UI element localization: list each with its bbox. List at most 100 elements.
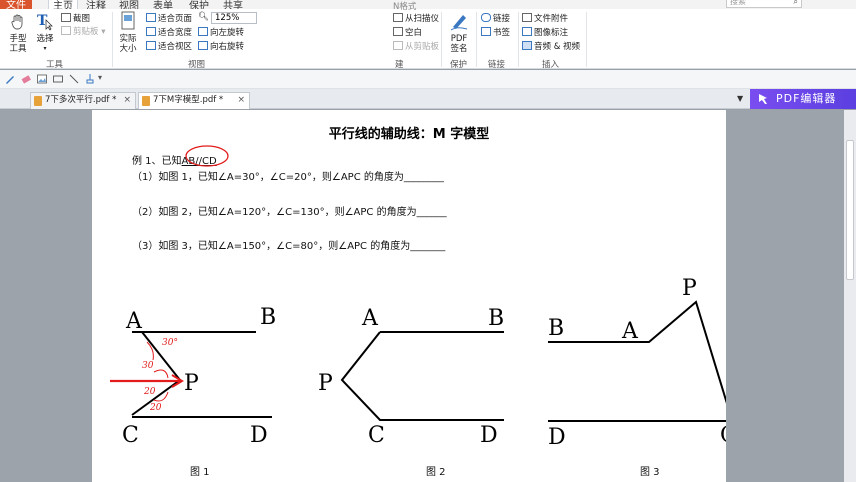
geometry-figures: A B P C D 30° 30 20 20 A B P C D B A P D — [110, 145, 726, 450]
actual-size-button[interactable]: 实际 大小 — [116, 11, 140, 54]
clipboard-icon — [393, 41, 403, 50]
vertical-scrollbar[interactable] — [844, 110, 856, 482]
fit-page-button[interactable]: 适合页面 — [146, 13, 192, 24]
pdf-reader-window: 文件 主页 注释 视图 表单 保护 共享 搜索 ⌕ 手型 工具 T 选择 ▾ 截… — [0, 0, 856, 482]
menu-bar: 文件 主页 注释 视图 表单 保护 共享 搜索 ⌕ — [0, 0, 856, 9]
link-icon — [481, 13, 491, 22]
fig1-point-C: C — [122, 423, 139, 448]
menu-tab-comment[interactable]: 注释 — [86, 0, 106, 9]
fig3-point-B: B — [548, 316, 564, 341]
scanner-icon — [393, 13, 403, 22]
image-icon[interactable] — [36, 73, 48, 85]
search-input[interactable]: 搜索 ⌕ — [726, 0, 802, 8]
tools-group-label: 工具 — [46, 60, 64, 70]
pencil-icon[interactable] — [4, 73, 16, 85]
pdf-sign-button[interactable]: PDF 签名 — [446, 11, 472, 54]
figure-3: B A P D C — [548, 276, 726, 450]
scrollbar-thumb[interactable] — [846, 140, 854, 280]
document-viewport[interactable]: 平行线的辅助线：M 字模型 例 1、已知AB//CD （1）如图 1，已知∠A=… — [0, 110, 856, 482]
pdf-page: 平行线的辅助线：M 字模型 例 1、已知AB//CD （1）如图 1，已知∠A=… — [92, 110, 726, 482]
fit-width-button[interactable]: 适合宽度 — [146, 27, 192, 38]
pdf-editor-logo-icon — [759, 94, 767, 104]
clipboard-icon — [61, 26, 71, 35]
clipboard-button[interactable]: 剪贴板 ▾ — [61, 26, 105, 37]
select-button[interactable]: T 选择 ▾ — [35, 11, 55, 54]
fig2-point-P: P — [318, 371, 333, 396]
create-group-label: 建 — [395, 60, 404, 70]
zoom-icon[interactable]: 🔍︎ — [198, 12, 209, 22]
bookmark-icon — [481, 27, 491, 36]
search-icon[interactable]: ⌕ — [794, 0, 798, 7]
hand-icon — [11, 14, 23, 30]
divider — [441, 12, 442, 67]
bookmark-button[interactable]: 书签 — [481, 27, 510, 38]
divider — [518, 12, 519, 67]
fig3-point-C: C — [720, 423, 726, 448]
video-icon — [522, 41, 532, 50]
fig2-point-A: A — [361, 306, 379, 331]
fig2-point-B: B — [488, 306, 504, 331]
figure-2-lines — [340, 331, 504, 421]
figure-1: A B P C D 30° 30 20 20 — [110, 305, 276, 448]
fig2-point-C: C — [368, 423, 385, 448]
rotate-right-button[interactable]: 向右旋转 — [198, 41, 244, 52]
fit-visible-icon — [146, 41, 156, 50]
divider — [112, 12, 113, 67]
menu-tab-protect[interactable]: 保护 — [189, 0, 209, 9]
fig1-point-A: A — [125, 309, 143, 334]
pdf-file-icon — [142, 96, 150, 106]
link-button[interactable]: 链接 — [481, 13, 510, 24]
figure-1-caption: 图 1 — [190, 467, 210, 478]
image-annotation-button[interactable]: 图像标注 — [522, 27, 568, 38]
rotate-right-icon — [198, 41, 208, 50]
chevron-down-icon[interactable]: ▾ — [98, 73, 110, 85]
page-icon — [121, 11, 135, 30]
menu-tab-share[interactable]: 共享 — [223, 0, 243, 9]
doc-tab-parallel[interactable]: 7下多次平行.pdf * × — [30, 92, 136, 109]
attachment-icon — [522, 13, 532, 22]
format-button[interactable]: N格式 — [393, 2, 416, 12]
from-clipboard-button[interactable]: 从剪贴板 — [393, 41, 439, 52]
pdf-file-icon — [34, 96, 42, 106]
file-attachment-button[interactable]: 文件附件 — [522, 13, 568, 24]
image-icon — [522, 27, 532, 36]
rotate-left-button[interactable]: 向左旋转 — [198, 27, 244, 38]
menu-tab-view[interactable]: 视图 — [119, 0, 139, 9]
close-icon[interactable]: × — [123, 93, 131, 108]
chevron-down-icon: ▾ — [43, 45, 47, 52]
protect-group-label: 保护 — [450, 60, 468, 70]
close-icon[interactable]: × — [237, 93, 245, 108]
audio-video-button[interactable]: 音频 & 视频 — [522, 41, 580, 52]
screenshot-button[interactable]: 截图 — [61, 13, 90, 24]
obscured-area — [258, 9, 388, 39]
menu-tab-file[interactable]: 文件 — [0, 0, 32, 9]
fig3-point-D: D — [548, 425, 566, 450]
view-group-label: 视图 — [188, 60, 206, 70]
line-icon[interactable] — [68, 73, 80, 85]
eraser-icon[interactable] — [20, 73, 32, 85]
blank-button[interactable]: 空白 — [393, 27, 422, 38]
insert-group-label: 插入 — [542, 60, 560, 70]
pdf-editor-button[interactable]: PDF编辑器 — [750, 89, 856, 109]
blank-page-icon — [393, 27, 403, 36]
hand-tool-button[interactable]: 手型 工具 — [5, 13, 31, 54]
menu-tab-form[interactable]: 表单 — [153, 0, 173, 9]
figure-2-caption: 图 2 — [426, 467, 446, 478]
fit-visible-button[interactable]: 适合视区 — [146, 41, 192, 52]
divider — [476, 12, 477, 67]
fig1-point-D: D — [250, 423, 268, 448]
from-scanner-button[interactable]: 从扫描仪 — [393, 13, 439, 24]
zoom-select[interactable]: 125% — [211, 12, 257, 24]
document-tab-bar: 7下多次平行.pdf * × 7下M字模型.pdf * × ▼ PDF编辑器 — [0, 89, 856, 109]
stamp-icon[interactable] — [84, 73, 96, 85]
divider — [586, 12, 587, 67]
ink-label-3: 20 — [143, 387, 156, 397]
tab-list-dropdown-icon[interactable]: ▼ — [737, 94, 743, 103]
menu-tab-home[interactable]: 主页 — [48, 0, 78, 9]
rectangle-icon[interactable] — [52, 73, 64, 85]
select-text-icon: T — [37, 13, 53, 31]
fig2-point-D: D — [480, 423, 498, 448]
fig3-point-A: A — [621, 319, 639, 344]
doc-tab-m-model[interactable]: 7下M字模型.pdf * × — [138, 92, 250, 109]
fit-width-icon — [146, 27, 156, 36]
